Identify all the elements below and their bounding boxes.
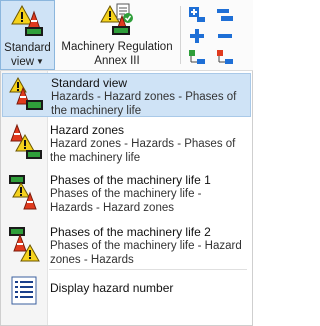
indent-out-icon[interactable] xyxy=(216,48,234,66)
cone-triangle-icon xyxy=(8,123,44,163)
machine-hazard-cone-icon xyxy=(8,173,44,213)
menu-item-description: Hazards - Hazard zones - Phases of the m… xyxy=(51,91,237,117)
ribbon: Standard view ▼ Machinery Regulation Anne… xyxy=(0,0,253,71)
menu-item-phases-2[interactable]: Phases of the machinery life 2 Phases of… xyxy=(2,223,251,271)
collapse-level-icon[interactable] xyxy=(216,6,234,24)
indent-in-icon[interactable] xyxy=(188,48,206,66)
hazard-checklist-icon xyxy=(100,2,134,36)
standard-view-dropdown-menu: Standard view Hazards - Hazard zones - P… xyxy=(0,71,253,326)
numbered-list-icon xyxy=(8,276,44,316)
add-icon[interactable] xyxy=(188,27,206,45)
menu-item-display-hazard-number[interactable]: Display hazard number xyxy=(2,273,251,305)
menu-item-title: Standard view xyxy=(51,76,128,90)
menu-item-title: Phases of the machinery life 2 xyxy=(50,225,211,239)
standard-view-button[interactable]: Standard view ▼ xyxy=(0,0,55,70)
menu-item-standard-view[interactable]: Standard view Hazards - Hazard zones - P… xyxy=(2,73,251,117)
menu-item-title: Display hazard number xyxy=(50,281,174,295)
machinery-regulation-annex-button[interactable]: Machinery Regulation Annex III xyxy=(58,0,176,70)
add-level-icon[interactable] xyxy=(188,6,206,24)
ribbon-separator xyxy=(180,6,181,64)
menu-separator xyxy=(49,269,247,270)
machinery-regulation-annex-label: Machinery Regulation Annex III xyxy=(61,41,173,67)
menu-item-description: Phases of the machinery life - Hazards -… xyxy=(50,188,202,214)
menu-item-description: Phases of the machinery life - Hazard zo… xyxy=(50,240,242,266)
dropdown-caret-icon: ▼ xyxy=(36,57,44,66)
menu-item-title: Phases of the machinery life 1 xyxy=(50,173,211,187)
menu-item-phases-1[interactable]: Phases of the machinery life 1 Phases of… xyxy=(2,171,251,219)
machine-cone-hazard-icon xyxy=(8,225,44,265)
menu-item-description: Hazard zones - Hazards - Phases of the m… xyxy=(50,138,236,164)
remove-icon[interactable] xyxy=(216,27,234,45)
standard-view-label: Standard view ▼ xyxy=(4,42,51,68)
menu-item-title: Hazard zones xyxy=(50,123,125,137)
menu-item-hazard-zones[interactable]: Hazard zones Hazard zones - Hazards - Ph… xyxy=(2,121,251,165)
hazard-triangle-cone-icon xyxy=(10,3,45,37)
hazard-triangle-cone-icon xyxy=(9,76,45,116)
